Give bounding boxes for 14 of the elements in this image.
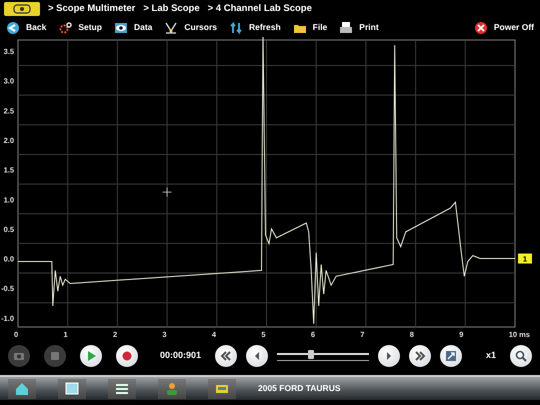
breadcrumb-link[interactable]: > 4 Channel Lab Scope: [208, 2, 312, 16]
zoom-level: x1: [486, 349, 496, 362]
toolbar-button[interactable]: Data: [112, 20, 154, 34]
toolbar-button[interactable]: Back: [4, 20, 48, 34]
toolbar-button[interactable]: Print: [337, 20, 381, 34]
toolbar-button[interactable]: Cursors: [162, 20, 219, 34]
toolbar-button[interactable]: File: [290, 20, 330, 34]
power-off-button[interactable]: Power Off: [472, 20, 536, 34]
time-readout: 00:00:901: [160, 349, 202, 362]
breadcrumb-link[interactable]: > Lab Scope: [143, 2, 200, 16]
vehicle-name: 2005 FORD TAURUS: [258, 382, 340, 395]
toolbar-button[interactable]: Refresh: [226, 20, 283, 34]
breadcrumb-link[interactable]: > Scope Multimeter: [48, 2, 136, 16]
toolbar-button[interactable]: Setup: [56, 20, 104, 34]
